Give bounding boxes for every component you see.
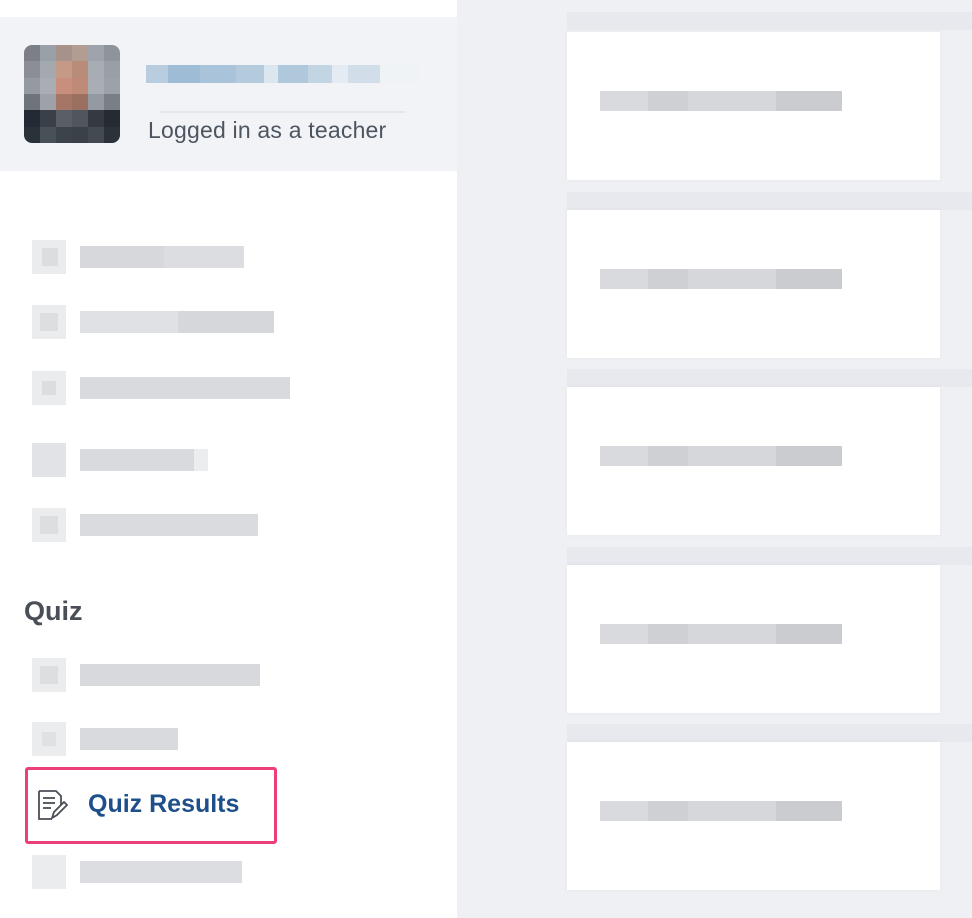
avatar[interactable] bbox=[24, 45, 120, 143]
document-edit-icon bbox=[38, 790, 68, 821]
card-title bbox=[600, 439, 842, 473]
card-divider bbox=[567, 547, 972, 565]
nav-item[interactable] bbox=[32, 371, 290, 405]
content-card-list bbox=[567, 12, 972, 918]
nav-item-icon bbox=[32, 305, 66, 339]
user-name-redacted bbox=[146, 51, 420, 97]
nav-item-label bbox=[80, 857, 242, 887]
card-divider bbox=[567, 724, 972, 742]
name-divider bbox=[160, 111, 405, 113]
nav-item-label bbox=[80, 373, 290, 403]
user-role-text: Logged in as a teacher bbox=[148, 117, 387, 143]
nav-item[interactable] bbox=[32, 305, 274, 339]
card-divider bbox=[567, 12, 972, 30]
sidebar: Logged in as a teacher Quiz Quiz Results bbox=[0, 0, 457, 918]
nav-item-label bbox=[80, 445, 208, 475]
content-card[interactable] bbox=[567, 32, 940, 180]
nav-item[interactable] bbox=[32, 240, 244, 274]
nav-item-quiz[interactable] bbox=[32, 722, 178, 756]
nav-item-icon bbox=[32, 508, 66, 542]
nav-item-label bbox=[80, 242, 244, 272]
nav-item-icon bbox=[32, 658, 66, 692]
user-profile-panel: Logged in as a teacher bbox=[0, 17, 457, 171]
nav-item-icon bbox=[32, 443, 66, 477]
nav-item[interactable] bbox=[32, 508, 258, 542]
section-title-quiz: Quiz bbox=[24, 596, 83, 626]
content-card[interactable] bbox=[567, 387, 940, 535]
card-divider bbox=[567, 192, 972, 210]
nav-item-label bbox=[80, 724, 178, 754]
card-title bbox=[600, 262, 842, 296]
card-divider bbox=[567, 369, 972, 387]
nav-item-label bbox=[80, 660, 260, 690]
content-card[interactable] bbox=[567, 565, 940, 713]
nav-item-label bbox=[80, 510, 258, 540]
nav-item-label bbox=[80, 307, 274, 337]
nav-item-icon bbox=[32, 371, 66, 405]
card-title bbox=[600, 617, 842, 651]
nav-item-quiz[interactable] bbox=[32, 658, 260, 692]
card-title bbox=[600, 84, 842, 118]
nav-item[interactable] bbox=[32, 855, 242, 889]
content-card[interactable] bbox=[567, 210, 940, 358]
content-card[interactable] bbox=[567, 742, 940, 890]
card-title bbox=[600, 794, 842, 828]
nav-item-quiz-results[interactable]: Quiz Results bbox=[25, 767, 277, 844]
nav-item-icon bbox=[32, 240, 66, 274]
nav-item-label-active: Quiz Results bbox=[88, 790, 240, 818]
nav-item-icon bbox=[32, 722, 66, 756]
nav-item-icon bbox=[32, 855, 66, 889]
nav-item[interactable] bbox=[32, 443, 208, 477]
